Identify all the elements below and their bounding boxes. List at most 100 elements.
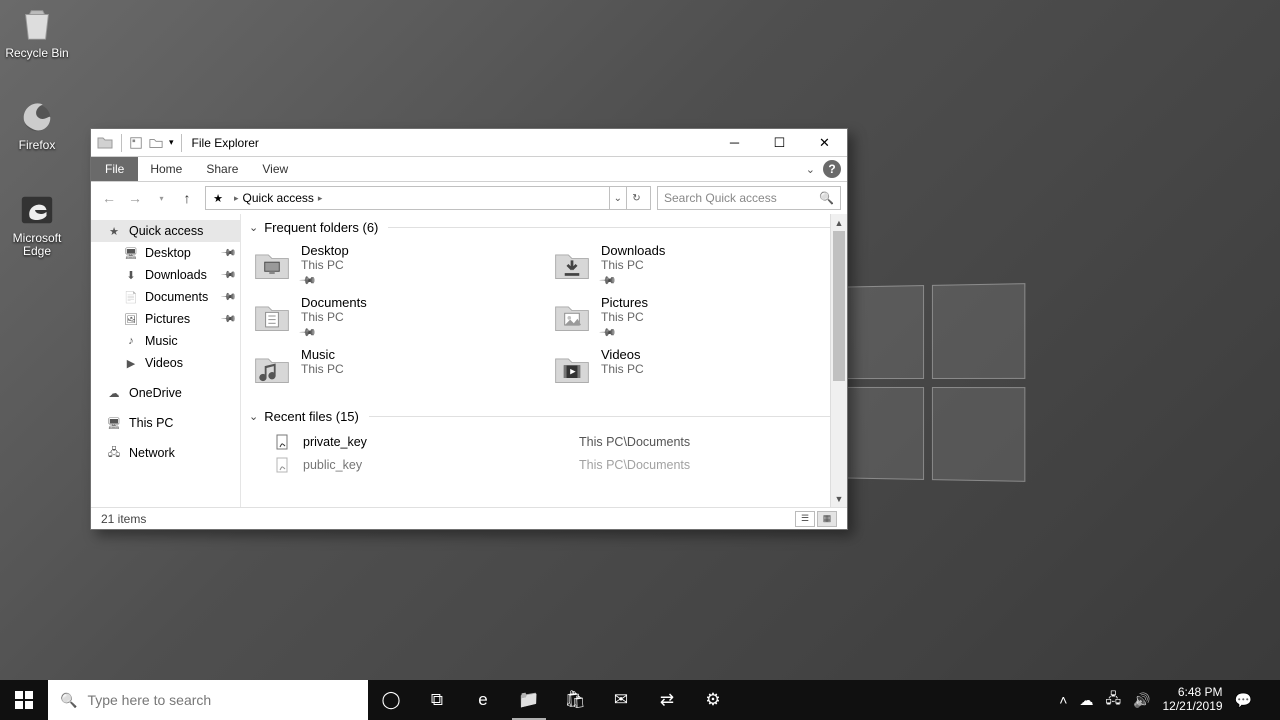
up-button[interactable]: ↑ <box>175 186 199 210</box>
nav-pictures[interactable]: 🖼Pictures📌 <box>91 308 240 330</box>
tab-share[interactable]: Share <box>194 157 250 181</box>
tab-home[interactable]: Home <box>138 157 194 181</box>
quick-access-icon: ★ <box>210 190 226 206</box>
search-placeholder: Search Quick access <box>664 191 777 205</box>
nav-quick-access[interactable]: ★ Quick access <box>91 220 240 242</box>
recent-file-name: private_key <box>303 435 367 449</box>
recent-file-path: This PC\Documents <box>579 435 839 449</box>
pc-icon: 🖥 <box>105 414 123 432</box>
nav-music[interactable]: ♪Music <box>91 330 240 352</box>
start-button[interactable] <box>0 680 48 720</box>
tab-file[interactable]: File <box>91 157 138 181</box>
content-pane: ⌄ Frequent folders (6) DesktopThis PC📌Do… <box>241 214 847 507</box>
nav-downloads[interactable]: ⬇Downloads📌 <box>91 264 240 286</box>
folder-item-pictures[interactable]: PicturesThis PC📌 <box>549 293 839 341</box>
refresh-button[interactable]: ↻ <box>626 187 646 209</box>
address-dropdown-icon[interactable]: ⌄ <box>609 187 626 209</box>
status-bar: 21 items ☰ ▦ <box>91 507 847 529</box>
nav-onedrive[interactable]: ☁OneDrive <box>91 382 240 404</box>
help-icon[interactable]: ? <box>823 160 841 178</box>
videos-folder-icon <box>551 347 593 389</box>
task-view-button[interactable]: ⧉ <box>414 680 460 720</box>
recent-file-path: This PC\Documents <box>579 458 839 472</box>
taskbar-file-explorer[interactable]: 📁 <box>506 680 552 720</box>
scroll-down-button[interactable]: ▼ <box>831 490 847 507</box>
folder-location: This PC <box>301 258 349 272</box>
qat-newfolder-icon[interactable] <box>147 134 165 152</box>
minimize-button[interactable]: ─ <box>712 129 757 156</box>
tray-clock[interactable]: 6:48 PM 12/21/2019 <box>1163 686 1223 714</box>
pin-icon: 📌 <box>219 311 236 328</box>
recent-locations-button[interactable]: ▾ <box>149 186 173 210</box>
folder-name: Videos <box>601 347 644 362</box>
maximize-button[interactable]: ☐ <box>757 129 802 156</box>
cortana-button[interactable]: ◯ <box>368 680 414 720</box>
folder-name: Pictures <box>601 295 648 310</box>
tray-volume-icon[interactable]: 🔊 <box>1133 692 1150 709</box>
desktop-icon-edge[interactable]: Microsoft Edge <box>0 190 74 258</box>
recent-file-row[interactable]: private_key This PC\Documents <box>249 430 839 453</box>
scrollbar[interactable]: ▲ ▼ <box>830 214 847 507</box>
videos-icon: ▶ <box>123 355 139 371</box>
edge-icon <box>17 190 57 230</box>
breadcrumb-location[interactable]: Quick access <box>243 191 314 205</box>
taskbar-settings[interactable]: ⚙ <box>690 680 736 720</box>
search-icon: 🔍 <box>60 692 77 709</box>
nav-toolbar: ← → ▾ ↑ ★ ▸ Quick access ▸ ⌄ ↻ Search Qu… <box>91 182 847 214</box>
taskbar-search-input[interactable]: 🔍 Type here to search <box>48 680 368 720</box>
desktop-icon-label: Microsoft Edge <box>0 232 74 258</box>
nav-desktop[interactable]: 🖥Desktop📌 <box>91 242 240 264</box>
details-view-button[interactable]: ☰ <box>795 511 815 527</box>
folder-item-music[interactable]: MusicThis PC <box>249 345 539 391</box>
taskbar-mail[interactable]: ✉ <box>598 680 644 720</box>
desktop-icon-firefox[interactable]: Firefox <box>0 96 74 152</box>
pictures-folder-icon <box>551 295 593 337</box>
close-button[interactable]: ✕ <box>802 129 847 156</box>
firefox-icon <box>17 96 57 136</box>
search-input[interactable]: Search Quick access 🔍 <box>657 186 841 210</box>
titlebar[interactable]: ▾ File Explorer ─ ☐ ✕ <box>91 129 847 157</box>
pin-icon: 📌 <box>219 267 236 284</box>
folder-item-documents[interactable]: DocumentsThis PC📌 <box>249 293 539 341</box>
tray-network-icon[interactable]: 🖧 <box>1105 688 1121 712</box>
tray-notifications-icon[interactable]: 💬 <box>1235 692 1252 709</box>
navigation-pane: ★ Quick access 🖥Desktop📌 ⬇Downloads📌 📄Do… <box>91 214 241 507</box>
search-icon[interactable]: 🔍 <box>819 191 834 205</box>
qat-dropdown-icon[interactable]: ▾ <box>169 137 174 148</box>
expand-ribbon-icon[interactable]: ⌄ <box>806 163 815 176</box>
tab-view[interactable]: View <box>250 157 300 181</box>
desktop-folder-icon <box>251 243 293 285</box>
scroll-up-button[interactable]: ▲ <box>831 214 847 231</box>
recent-file-row[interactable]: public_keyThis PC\Documents <box>249 453 839 476</box>
tray-onedrive-icon[interactable]: ☁ <box>1079 692 1093 709</box>
onedrive-icon: ☁ <box>105 384 123 402</box>
taskbar-share[interactable]: ⇄ <box>644 680 690 720</box>
qat-properties-icon[interactable] <box>127 134 145 152</box>
scroll-thumb[interactable] <box>833 231 845 381</box>
pin-icon: 📌 <box>219 245 236 262</box>
folder-item-desktop[interactable]: DesktopThis PC📌 <box>249 241 539 289</box>
folder-name: Desktop <box>301 243 349 258</box>
taskbar-search-placeholder: Type here to search <box>87 692 211 708</box>
folder-item-downloads[interactable]: DownloadsThis PC📌 <box>549 241 839 289</box>
frequent-folders-header[interactable]: ⌄ Frequent folders (6) <box>249 220 839 235</box>
folder-item-videos[interactable]: VideosThis PC <box>549 345 839 391</box>
nav-network[interactable]: 🖧Network <box>91 442 240 464</box>
back-button[interactable]: ← <box>97 186 121 210</box>
taskbar-store[interactable]: 🛍 <box>552 680 598 720</box>
downloads-icon: ⬇ <box>123 267 139 283</box>
music-folder-icon <box>251 347 293 389</box>
address-bar[interactable]: ★ ▸ Quick access ▸ ⌄ ↻ <box>205 186 651 210</box>
recycle-bin-icon <box>17 4 57 44</box>
forward-button[interactable]: → <box>123 186 147 210</box>
nav-videos[interactable]: ▶Videos <box>91 352 240 374</box>
nav-this-pc[interactable]: 🖥This PC <box>91 412 240 434</box>
recent-files-header[interactable]: ⌄ Recent files (15) <box>249 409 839 424</box>
taskbar-edge[interactable]: e <box>460 680 506 720</box>
tiles-view-button[interactable]: ▦ <box>817 511 837 527</box>
chevron-down-icon: ⌄ <box>249 221 258 234</box>
desktop-icon-recycle-bin[interactable]: Recycle Bin <box>0 4 74 60</box>
folder-name: Downloads <box>601 243 665 258</box>
nav-documents[interactable]: 📄Documents📌 <box>91 286 240 308</box>
tray-overflow-icon[interactable]: ˄ <box>1059 692 1067 708</box>
